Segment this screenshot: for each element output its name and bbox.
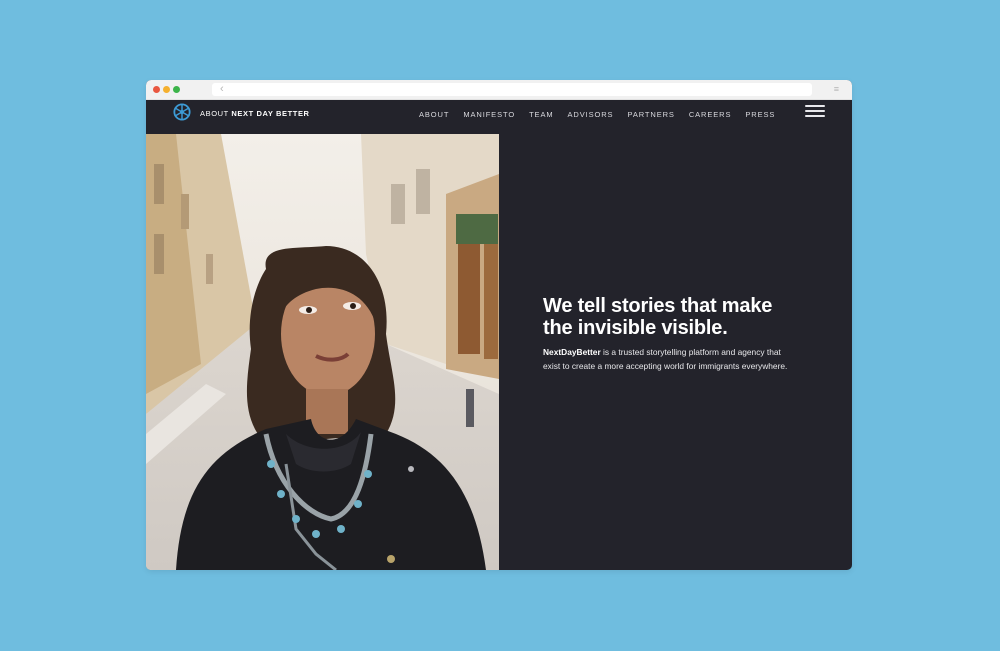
browser-chrome: ‹ ≡ [146, 80, 852, 100]
nav-link-team[interactable]: TEAM [529, 110, 553, 119]
hero-photo [146, 134, 499, 570]
close-window-button[interactable] [153, 86, 160, 93]
portrait-street-image [146, 134, 499, 570]
address-bar[interactable] [212, 83, 812, 96]
site-navbar: ABOUT NEXT DAY BETTER ABOUT MANIFESTO TE… [146, 100, 852, 134]
browser-window: ‹ ≡ ABOUT NEXT DAY BETTER ABOUT MANIFEST… [146, 80, 852, 570]
nav-link-careers[interactable]: CAREERS [689, 110, 732, 119]
hero-text: We tell stories that make the invisible … [543, 295, 823, 381]
headline-line-2: the invisible visible. [543, 317, 728, 339]
browser-menu-icon[interactable]: ≡ [834, 84, 839, 95]
brand-name: NEXT DAY BETTER [231, 109, 310, 118]
nav-link-partners[interactable]: PARTNERS [627, 110, 674, 119]
back-arrow-icon[interactable]: ‹ [220, 82, 224, 97]
nav-link-manifesto[interactable]: MANIFESTO [463, 110, 515, 119]
description-line-2: exist to create a more accepting world f… [543, 360, 788, 371]
hero-headline: We tell stories that make the invisible … [543, 295, 823, 339]
hero-description: NextDayBetter is a trusted storytelling … [543, 346, 823, 373]
headline-line-1: We tell stories that make [543, 295, 773, 317]
hamburger-icon[interactable] [805, 104, 825, 119]
reel-logo-icon[interactable] [173, 103, 191, 121]
description-line-1: is a trusted storytelling platform and a… [600, 347, 781, 357]
main-nav: ABOUT MANIFESTO TEAM ADVISORS PARTNERS C… [419, 110, 789, 119]
brand-prefix: ABOUT [200, 109, 232, 118]
nav-link-press[interactable]: PRESS [745, 110, 775, 119]
company-name: NextDayBetter [543, 347, 601, 357]
nav-link-about[interactable]: ABOUT [419, 110, 449, 119]
site-brand[interactable]: ABOUT NEXT DAY BETTER [200, 109, 310, 118]
nav-link-advisors[interactable]: ADVISORS [568, 110, 614, 119]
minimize-window-button[interactable] [163, 86, 170, 93]
maximize-window-button[interactable] [173, 86, 180, 93]
